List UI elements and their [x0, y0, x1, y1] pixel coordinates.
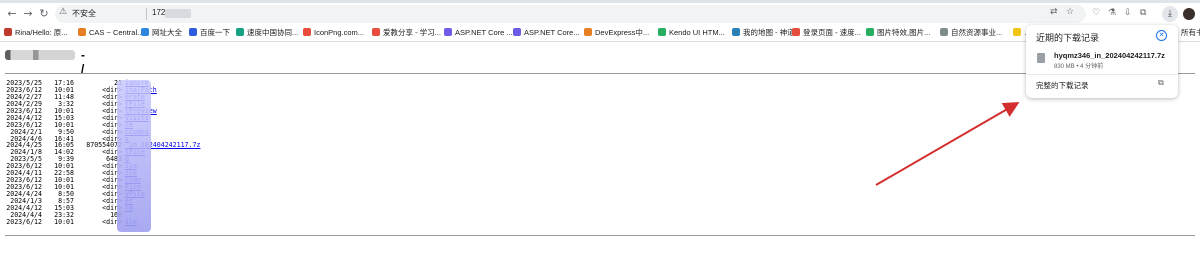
bookmark-item[interactable]: 网址大全	[141, 27, 182, 39]
translate-icon[interactable]: ⇄	[1050, 7, 1058, 17]
top-rule	[5, 73, 1195, 74]
address-separator	[146, 8, 147, 20]
bookmark-item[interactable]: ASP.NET Core...	[513, 27, 580, 39]
bookmark-favicon-icon	[444, 28, 452, 36]
bookmark-label: 登录页面 - 速度...	[803, 28, 861, 37]
bottom-rule	[5, 235, 1195, 236]
bookmark-item[interactable]: IconPng.com...	[303, 27, 364, 39]
bookmark-label: ASP.NET Core...	[524, 28, 580, 37]
bookmark-label: Rina/Hello: 原...	[15, 28, 68, 37]
heading-redaction	[5, 50, 75, 60]
bookmark-item[interactable]: CAS ~ Central...	[78, 27, 143, 39]
bookmark-favicon-icon	[732, 28, 740, 36]
bookmark-favicon-icon	[584, 28, 592, 36]
back-icon[interactable]: ←	[5, 7, 19, 21]
entry-date: 2023/6/12	[6, 217, 42, 226]
bookmark-label: ASP.NET Core ...	[455, 28, 513, 37]
bookmark-favicon-icon	[372, 28, 380, 36]
entry-size: <dir>	[102, 217, 122, 226]
url-redaction	[165, 9, 191, 18]
bookmark-label: 百度一下	[200, 28, 230, 37]
bookmark-favicon-icon	[78, 28, 86, 36]
bookmark-item[interactable]: DevExpress中...	[584, 27, 649, 39]
close-icon[interactable]: ✕	[1156, 30, 1167, 41]
bookmark-item[interactable]: 我的地图 - 神道	[732, 27, 795, 39]
arrow-line	[875, 101, 1020, 186]
bookmark-favicon-icon	[940, 28, 948, 36]
panel-divider	[1026, 74, 1178, 75]
open-in-new-icon[interactable]: ⧉	[1158, 78, 1164, 88]
security-status-label[interactable]: 不安全	[72, 8, 96, 19]
bookmark-favicon-icon	[792, 28, 800, 36]
bookmarks-bar: Rina/Hello: 原... CAS ~ Central... 网址大全 百度一下…	[0, 25, 1200, 41]
bookmark-label: 我的地图 - 神道	[743, 28, 795, 37]
bookmark-favicon-icon	[303, 28, 311, 36]
bookmark-item[interactable]: 登录页面 - 速度...	[792, 27, 861, 39]
bookmark-item[interactable]: 速度中国协同...	[236, 27, 298, 39]
full-download-history-link[interactable]: 完整的下载记录	[1036, 80, 1089, 91]
toolbar-divider	[0, 41, 1200, 42]
bookmark-label: DevExpress中...	[595, 28, 650, 37]
bookmark-label: IconPng.com...	[314, 28, 365, 37]
bookmark-favicon-icon	[658, 28, 666, 36]
bookmark-label: Kendo UI HTM...	[669, 28, 725, 37]
bookmark-favicon-icon	[4, 28, 12, 36]
avatar[interactable]	[1183, 8, 1195, 20]
bookmark-item[interactable]: 爱教分享 - 学习...	[372, 27, 441, 39]
file-icon	[1037, 53, 1045, 63]
bookmark-favicon-icon	[1013, 28, 1021, 36]
bookmark-label: CAS ~ Central...	[89, 28, 144, 37]
filename-redaction	[117, 80, 151, 232]
bookmark-favicon-icon	[513, 28, 521, 36]
bookmark-label: 图片特效,图片...	[877, 28, 931, 37]
downloads-panel: 近期的下载记录 ✕ hyqmz346_in_202404242117.7z 83…	[1026, 25, 1178, 98]
bookmark-favicon-icon	[189, 28, 197, 36]
bookmark-item[interactable]: 自然资源事业...	[940, 27, 1002, 39]
address-bar[interactable]: ⚠ 不安全 172. ⇄ ☆	[55, 5, 1086, 23]
all-bookmarks-link[interactable]: 所有书	[1181, 27, 1200, 38]
downloads-panel-title: 近期的下载记录	[1036, 33, 1100, 43]
downloads-icon[interactable]: ⤓	[1162, 6, 1178, 22]
entry-time: 10:01	[54, 217, 74, 226]
bookmark-item[interactable]: ASP.NET Core ...	[444, 27, 513, 39]
bookmark-favicon-icon	[141, 28, 149, 36]
pin-icon[interactable]: ⇩	[1124, 8, 1132, 18]
puzzle-icon[interactable]: ⧉	[1140, 8, 1146, 18]
bookmark-label: 爱教分享 - 学习...	[383, 28, 441, 37]
flask-icon[interactable]: ⚗	[1108, 8, 1116, 18]
bookmark-item[interactable]: 图片特效,图片...	[866, 27, 930, 39]
shield-icon[interactable]: ♡	[1092, 8, 1100, 18]
bookmark-favicon-icon	[236, 28, 244, 36]
bookmark-star-icon[interactable]: ☆	[1066, 7, 1074, 17]
download-file-meta: 830 MB • 4 分钟前	[1054, 64, 1104, 70]
bookmark-item[interactable]: Kendo UI HTM...	[658, 27, 725, 39]
page-title-suffix: - /	[81, 48, 85, 76]
bookmark-item[interactable]: 百度一下	[189, 27, 230, 39]
warning-triangle-icon[interactable]: ⚠	[59, 7, 67, 17]
download-file-name[interactable]: hyqmz346_in_202404242117.7z	[1054, 51, 1165, 60]
bookmark-label: 自然资源事业...	[951, 28, 1003, 37]
reload-icon[interactable]: ↻	[37, 7, 51, 21]
bookmark-favicon-icon	[866, 28, 874, 36]
bookmark-label: 速度中国协同...	[247, 28, 299, 37]
bookmark-label: 网址大全	[152, 28, 182, 37]
browser-toolbar: ← → ↻ ⚠ 不安全 172. ⇄ ☆ ♡ ⚗ ⇩ ⧉ ⤓	[0, 3, 1200, 25]
bookmark-item[interactable]: Rina/Hello: 原...	[4, 27, 68, 39]
forward-icon[interactable]: →	[21, 7, 35, 21]
